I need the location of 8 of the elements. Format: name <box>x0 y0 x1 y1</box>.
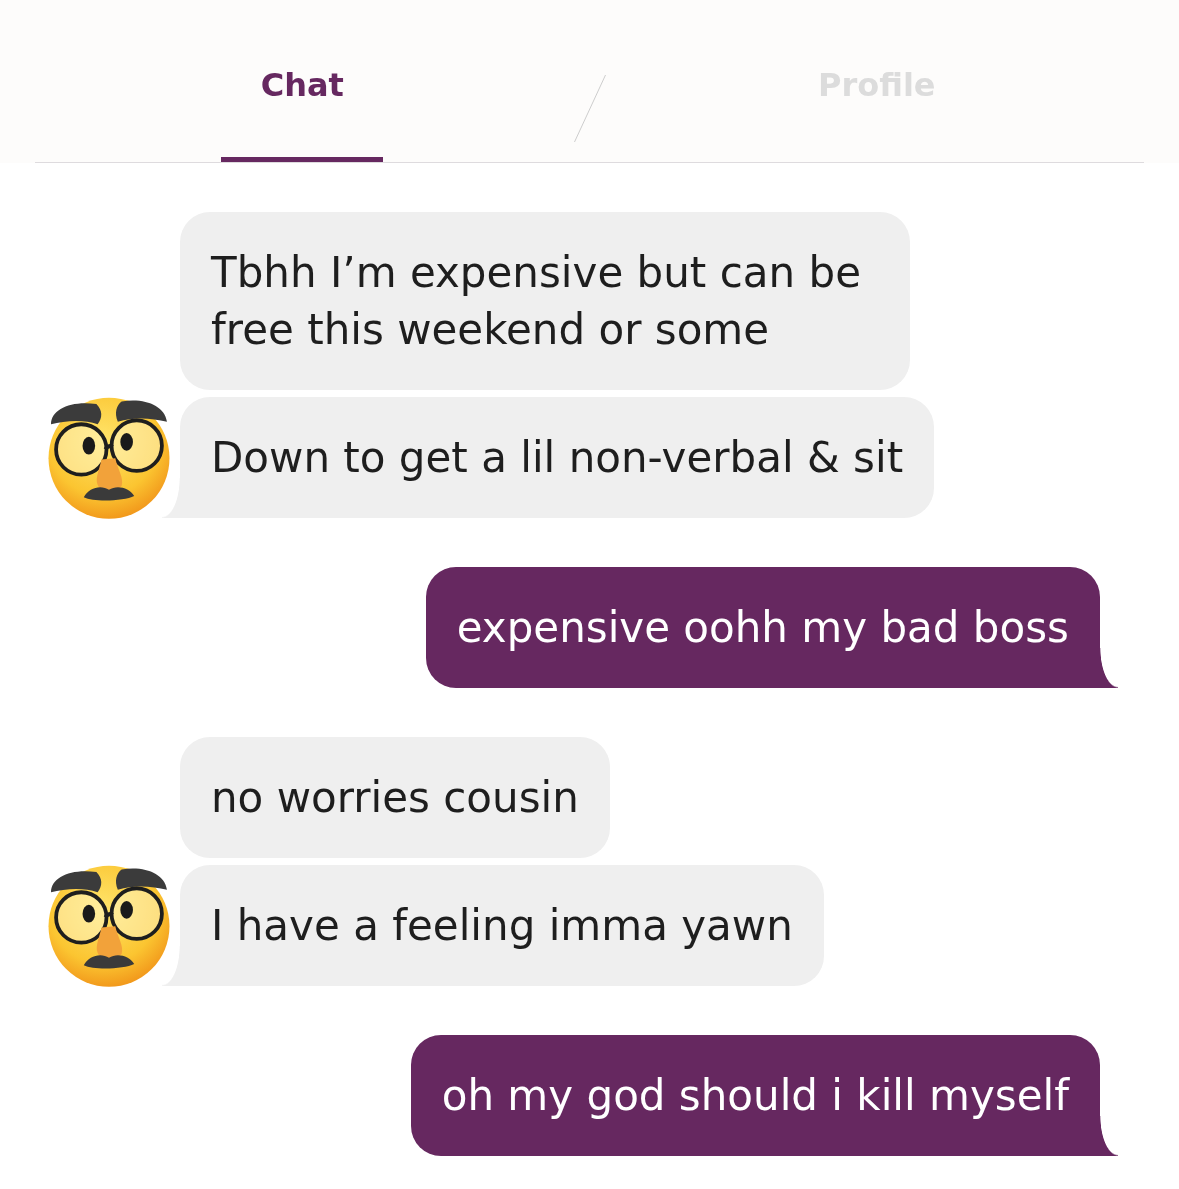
sent-message: oh my god should i kill myself <box>410 1035 1118 1156</box>
tab[interactable]: Chat <box>35 0 570 162</box>
sent-message: expensive oohh my bad boss <box>425 567 1118 688</box>
received-message: Tbhh I’m expensive but can be free this weekend or some <box>180 212 910 390</box>
received-message: Down to get a lil non-verbal & sit <box>162 397 935 518</box>
received-message: no worries cousin <box>180 737 610 858</box>
tab-divider <box>573 75 606 142</box>
received-message: I have a feeling imma yawn <box>162 865 824 986</box>
